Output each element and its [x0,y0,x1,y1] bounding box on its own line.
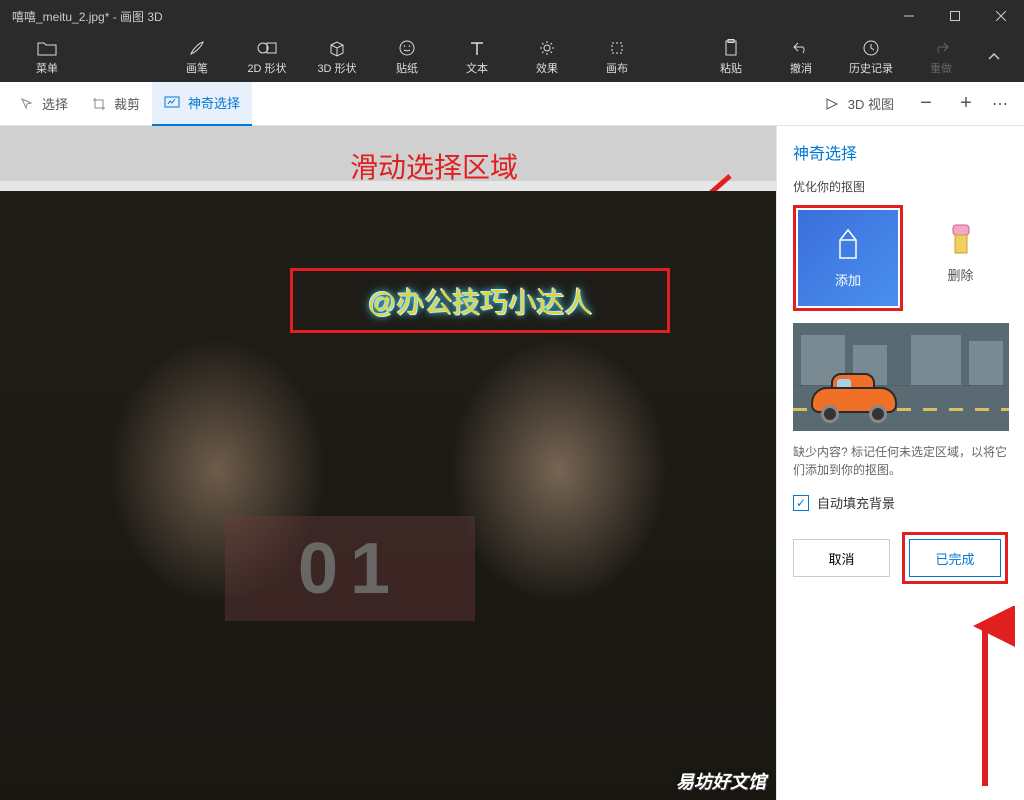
folder-icon [37,38,57,58]
minimize-button[interactable] [886,0,932,32]
remove-tool-button[interactable]: 删除 [913,205,1008,301]
collapse-ribbon-button[interactable] [976,52,1012,62]
cancel-button[interactable]: 取消 [793,539,890,577]
annotation-add-highlight: 添加 [793,205,903,311]
annotation-slide-area: 滑动选择区域 [350,146,518,186]
history-icon [862,38,880,58]
effects-button[interactable]: 效果 [512,33,582,81]
side-panel: 神奇选择 优化你的抠图 添加 删除 缺少内容? 标记任何未选定区域，以将它们添加… [776,126,1024,800]
watermark-text: @办公技巧小达人 [368,281,592,321]
canvas-button[interactable]: 画布 [582,33,652,81]
cube-icon [328,38,346,58]
background-sign: 01 [225,516,475,621]
maximize-button[interactable] [932,0,978,32]
text-button[interactable]: 文本 [442,33,512,81]
crop-icon [92,97,106,111]
3d-view-button[interactable]: 3D 视图 [812,82,906,126]
2d-shapes-button[interactable]: 2D 形状 [232,33,302,81]
footer-watermark: 易坊好文馆 [676,768,766,794]
cursor-icon [20,97,34,111]
pencil-icon [834,228,862,262]
eraser-icon [950,223,972,257]
undo-button[interactable]: 撤消 [766,33,836,81]
more-button[interactable]: ⋯ [986,94,1016,114]
ribbon: 菜单 画笔 2D 形状 3D 形状 贴纸 文本 效果 画布 粘贴 撤消 历史记录… [0,32,1024,82]
stickers-button[interactable]: 贴纸 [372,33,442,81]
redo-button: 重做 [906,33,976,81]
sub-toolbar: 选择 裁剪 神奇选择 3D 视图 − + ⋯ [0,82,1024,126]
play-icon [824,97,840,111]
paste-button[interactable]: 粘贴 [696,33,766,81]
redo-icon [932,38,950,58]
3d-shapes-button[interactable]: 3D 形状 [302,33,372,81]
effects-icon [538,38,556,58]
select-tool[interactable]: 选择 [8,82,80,126]
annotation-done-highlight: 已完成 [902,532,1008,584]
canvas-icon [608,38,626,58]
magic-select-icon [164,96,180,110]
panel-subtitle: 优化你的抠图 [793,178,1008,195]
add-tool-button[interactable]: 添加 [798,210,898,306]
undo-icon [792,38,810,58]
brush-button[interactable]: 画笔 [162,33,232,81]
text-icon [469,38,485,58]
clipboard-icon [723,38,739,58]
canvas-area[interactable]: 滑动选择区域 12 01 @办公技巧小达人 易坊好文馆 [0,126,776,800]
annotation-arrow-up-icon [955,606,1015,796]
brush-icon [188,38,206,58]
hint-text: 缺少内容? 标记任何未选定区域，以将它们添加到你的抠图。 [793,443,1008,479]
sticker-icon [398,38,416,58]
panel-title: 神奇选择 [793,140,1008,164]
zoom-in-button[interactable]: + [946,84,986,124]
autofill-checkbox[interactable]: ✓ 自动填充背景 [793,493,1008,512]
titlebar: 嘻嘻_meitu_2.jpg* - 画图 3D [0,0,1024,32]
zoom-out-button[interactable]: − [906,84,946,124]
history-button[interactable]: 历史记录 [836,33,906,81]
preview-illustration [793,323,1009,431]
magic-select-tool[interactable]: 神奇选择 [152,82,252,126]
window-title: 嘻嘻_meitu_2.jpg* - 画图 3D [12,8,163,25]
car-icon [811,379,897,423]
shapes-2d-icon [257,38,277,58]
menu-button[interactable]: 菜单 [12,33,82,81]
close-button[interactable] [978,0,1024,32]
check-icon: ✓ [793,495,809,511]
crop-tool[interactable]: 裁剪 [80,82,152,126]
annotation-watermark-box: @办公技巧小达人 [290,268,670,333]
done-button[interactable]: 已完成 [909,539,1001,577]
